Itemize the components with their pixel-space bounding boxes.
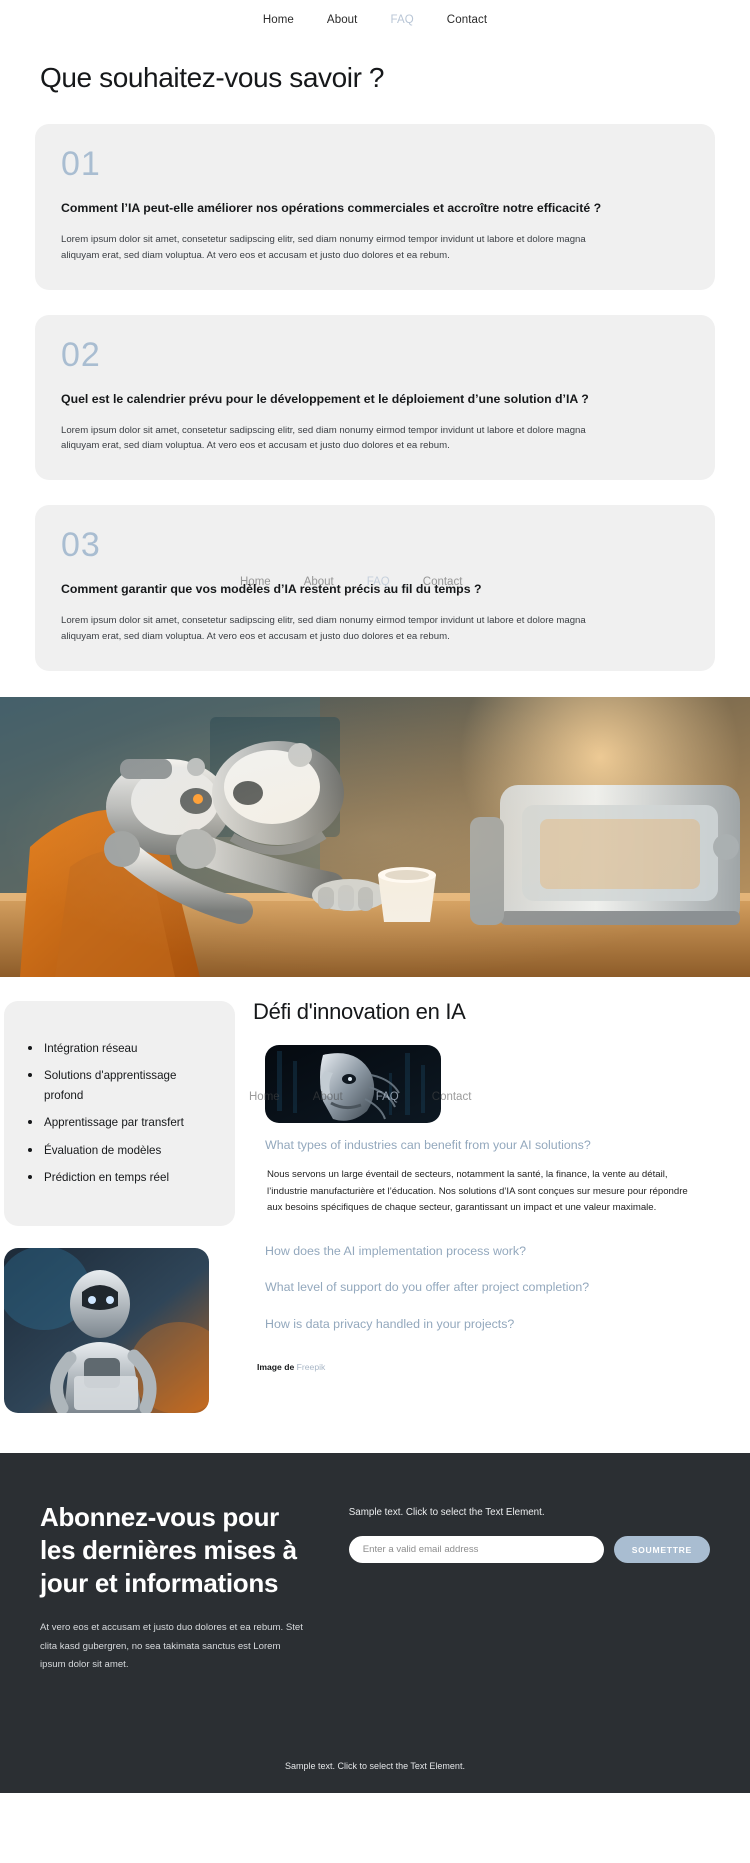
nav-item-contact[interactable]: Contact [447, 14, 487, 26]
accordion-item[interactable]: How is data privacy handled in your proj… [253, 1306, 730, 1343]
ai-face-image [265, 1044, 441, 1123]
innovation-left-column: Intégration réseau Solutions d'apprentis… [0, 977, 235, 1414]
faq-card[interactable]: 03 Comment garantir que vos modèles d’IA… [35, 505, 715, 671]
faq-card[interactable]: 02 Quel est le calendrier prévu pour le … [35, 314, 715, 480]
faq-card-answer: Lorem ipsum dolor sit amet, consetetur s… [61, 234, 586, 261]
list-item: Apprentissage par transfert [24, 1113, 213, 1133]
faq-card-number: 03 [61, 526, 101, 564]
faq-card-question: Comment l’IA peut-elle améliorer nos opé… [61, 201, 602, 216]
email-input[interactable] [348, 1536, 604, 1564]
accordion-item[interactable]: How does the AI implementation process w… [253, 1233, 730, 1270]
accordion-item[interactable]: What level of support do you offer after… [253, 1269, 730, 1306]
footer-left: Abonnez-vous pour les dernières mises à … [40, 1501, 309, 1674]
hero-robot-kitchen-image [0, 696, 750, 977]
nav-item-faq[interactable]: FAQ [390, 14, 413, 26]
footer-subtitle: At vero eos et accusam et justo duo dolo… [40, 1622, 303, 1671]
accordion-question[interactable]: How does the AI implementation process w… [253, 1233, 730, 1270]
accordion-item[interactable]: What types of industries can benefit fro… [253, 1127, 730, 1233]
list-item: Évaluation de modèles [24, 1141, 213, 1161]
accordion-question[interactable]: What level of support do you offer after… [253, 1269, 730, 1306]
newsletter-form: SOUMETTRE [348, 1536, 710, 1564]
nav-item-about[interactable]: About [327, 14, 358, 26]
accordion-answer: Nous servons un large éventail de secteu… [267, 1169, 688, 1214]
list-item: Solutions d'apprentissage profond [24, 1066, 213, 1107]
image-credit: Image de Freepik [253, 1342, 730, 1372]
footer-right: Sample text. Click to select the Text El… [348, 1501, 710, 1674]
page-title: Que souhaitez-vous savoir ? [40, 62, 385, 93]
faq-card[interactable]: 01 Comment l’IA peut-elle améliorer nos … [35, 124, 715, 290]
faq-card-question: Quel est le calendrier prévu pour le dév… [61, 391, 589, 406]
robot-reading-thumbnail [4, 1248, 209, 1414]
faq-card-number: 02 [61, 335, 101, 374]
innovation-right-column: Défi d'innovation en IA Home About FAQ C… [235, 977, 750, 1414]
faq-card-answer: Lorem ipsum dolor sit amet, consetetur s… [61, 615, 586, 642]
submit-button[interactable]: SOUMETTRE [613, 1536, 710, 1564]
list-item: Prédiction en temps réel [24, 1168, 213, 1188]
newsletter-form-label: Sample text. Click to select the Text El… [348, 1507, 545, 1519]
accordion-question[interactable]: What types of industries can benefit fro… [253, 1127, 730, 1164]
faq-section: Que souhaitez-vous savoir ? 01 Comment l… [0, 40, 750, 697]
faq-card-list: 01 Comment l’IA peut-elle améliorer nos … [0, 94, 750, 697]
image-credit-link[interactable]: Freepik [297, 1362, 326, 1372]
top-navigation: Home About FAQ Contact [0, 0, 750, 40]
list-item: Intégration réseau [24, 1039, 213, 1059]
footer-bottom-text: Sample text. Click to select the Text El… [285, 1760, 465, 1771]
faq-accordion: What types of industries can benefit fro… [253, 1127, 730, 1343]
section-title: Défi d'innovation en IA [253, 998, 466, 1024]
innovation-section: Intégration réseau Solutions d'apprentis… [0, 976, 750, 1454]
image-credit-label: Image de [257, 1362, 295, 1373]
nav-item-home[interactable]: Home [263, 14, 294, 26]
footer-title: Abonnez-vous pour les dernières mises à … [40, 1502, 297, 1598]
subscribe-footer: Abonnez-vous pour les dernières mises à … [0, 1453, 750, 1793]
faq-card-answer: Lorem ipsum dolor sit amet, consetetur s… [61, 424, 586, 452]
faq-card-number: 01 [61, 145, 101, 183]
accordion-question[interactable]: How is data privacy handled in your proj… [253, 1306, 730, 1343]
faq-card-question: Comment garantir que vos modèles d’IA re… [61, 582, 482, 597]
capabilities-list: Intégration réseau Solutions d'apprentis… [24, 1039, 213, 1189]
capabilities-card: Intégration réseau Solutions d'apprentis… [4, 1000, 235, 1227]
